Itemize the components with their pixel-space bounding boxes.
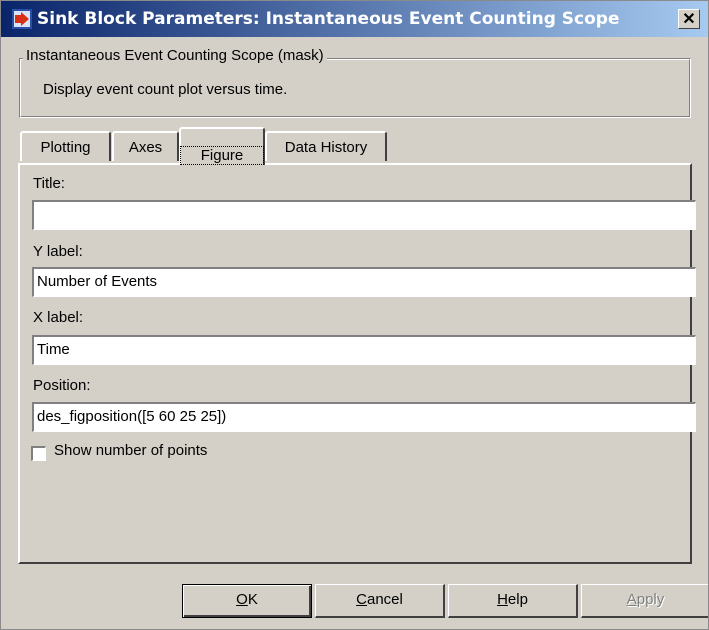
- x-label-field[interactable]: Time: [32, 335, 696, 365]
- x-label-label: X label:: [33, 309, 84, 326]
- cancel-rest: ancel: [366, 591, 403, 608]
- cancel-button[interactable]: Cancel: [315, 584, 445, 618]
- tab-plotting-label: Plotting: [40, 139, 91, 156]
- mask-description: Display event count plot versus time.: [43, 81, 288, 98]
- help-mnemonic: H: [497, 591, 508, 608]
- cancel-mnemonic: C: [356, 591, 367, 608]
- block-parameters-dialog: Sink Block Parameters: Instantaneous Eve…: [0, 0, 709, 630]
- y-label-field[interactable]: Number of Events: [32, 267, 696, 297]
- ok-mnemonic: O: [236, 591, 248, 608]
- title-field[interactable]: [32, 200, 696, 230]
- position-field[interactable]: des_figposition([5 60 25 25]): [32, 402, 696, 432]
- apply-rest: pply: [636, 591, 665, 608]
- apply-mnemonic: A: [626, 591, 637, 608]
- cancel-button-label: Cancel: [356, 591, 403, 608]
- tab-axes[interactable]: Axes: [112, 131, 179, 161]
- show-number-of-points-label[interactable]: Show number of points: [54, 442, 207, 459]
- help-rest: elp: [507, 591, 528, 608]
- ok-button[interactable]: OK: [182, 584, 312, 618]
- apply-button-label: Apply: [627, 591, 665, 608]
- simulink-block-icon: [12, 9, 32, 29]
- tab-figure-label: Figure: [180, 146, 264, 165]
- help-button[interactable]: Help: [448, 584, 578, 618]
- close-icon: ✕: [682, 11, 696, 28]
- y-label-label: Y label:: [33, 243, 83, 260]
- tab-figure[interactable]: Figure: [179, 127, 265, 165]
- help-button-label: Help: [497, 591, 528, 608]
- window-title: Sink Block Parameters: Instantaneous Eve…: [37, 9, 620, 29]
- tab-plotting[interactable]: Plotting: [20, 131, 111, 161]
- title-label: Title:: [33, 175, 65, 192]
- show-number-of-points-checkbox[interactable]: [31, 446, 46, 461]
- tab-data-history-label: Data History: [284, 139, 368, 156]
- apply-button: Apply: [581, 584, 708, 618]
- position-label: Position:: [33, 377, 91, 394]
- tab-axes-label: Axes: [128, 139, 163, 156]
- tab-data-history[interactable]: Data History: [265, 131, 387, 161]
- mask-group-title: Instantaneous Event Counting Scope (mask…: [23, 47, 327, 64]
- ok-rest: K: [247, 591, 258, 608]
- ok-button-label: OK: [236, 591, 258, 608]
- close-button[interactable]: ✕: [678, 9, 700, 29]
- title-bar[interactable]: Sink Block Parameters: Instantaneous Eve…: [1, 1, 708, 37]
